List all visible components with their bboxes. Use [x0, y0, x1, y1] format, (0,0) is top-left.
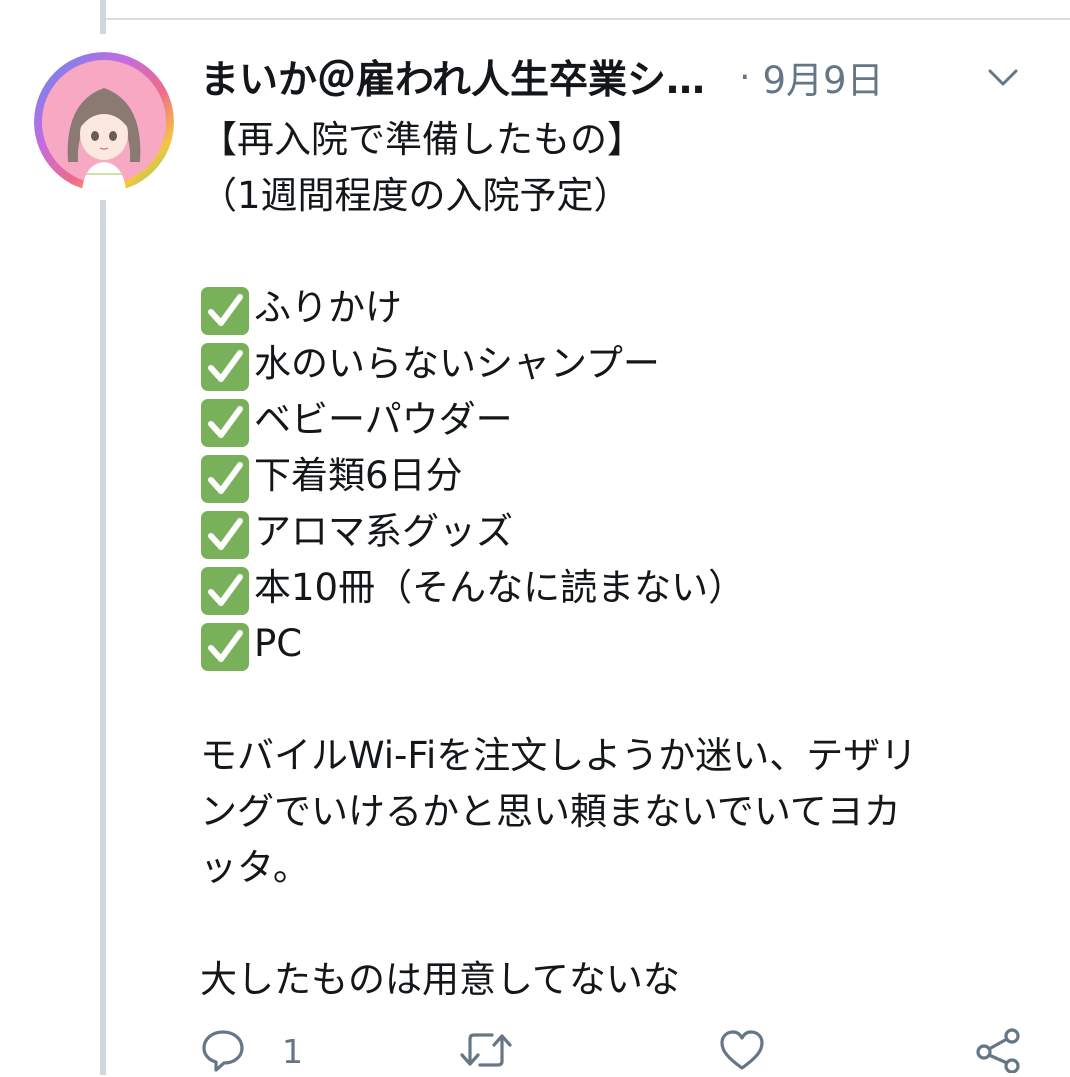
checklist-item: 水のいらないシャンプー [200, 336, 1030, 392]
paragraph-line: ッタ。 [200, 846, 310, 889]
checklist-item: 下着類6日分 [200, 448, 1030, 504]
avatar[interactable] [34, 52, 174, 192]
check-mark-button-icon [200, 454, 250, 504]
avatar-image [34, 52, 174, 192]
checklist-item-label: 水のいらないシャンプー [254, 342, 660, 385]
checklist-item: アロマ系グッズ [200, 504, 1030, 560]
checklist-item-label: アロマ系グッズ [254, 510, 513, 553]
share-icon [974, 1027, 1022, 1077]
share-button[interactable] [974, 1027, 1022, 1077]
like-button[interactable] [718, 1028, 766, 1075]
paragraph-line: モバイルWi-Fiを注文しようか迷い、テザリ [200, 734, 918, 777]
checklist-item-label: 本10冊（そんなに読まない） [254, 566, 746, 609]
check-mark-button-icon [200, 622, 250, 672]
check-mark-button-icon [200, 342, 250, 392]
thread-line [100, 200, 106, 1075]
checklist-item: 本10冊（そんなに読まない） [200, 560, 1030, 616]
heart-icon [718, 1028, 766, 1076]
check-mark-button-icon [200, 286, 250, 336]
check-mark-button-icon [200, 510, 250, 560]
tweet-text: 【再入院で準備したもの】 （1週間程度の入院予定） ふりかけ 水のいらないシャン… [200, 112, 1030, 1008]
checklist-item-label: 下着類6日分 [254, 454, 463, 497]
reply-icon [200, 1028, 246, 1076]
tweet-header: まいか＠雇われ人生卒業シ… · 9月9日 [200, 49, 1030, 105]
chevron-down-icon[interactable] [986, 62, 1020, 92]
top-divider [100, 18, 1070, 20]
subtitle-line: （1週間程度の入院予定） [200, 174, 631, 217]
checklist-item: ふりかけ [200, 280, 1030, 336]
timestamp[interactable]: 9月9日 [763, 50, 884, 104]
thread-line-top [100, 0, 106, 34]
reply-button[interactable]: 1 [200, 1028, 303, 1075]
separator-dot: · [739, 56, 751, 98]
check-mark-button-icon [200, 398, 250, 448]
checklist-item: ベビーパウダー [200, 392, 1030, 448]
closing-line: 大したものは用意してないな [200, 958, 680, 1001]
reply-count: 1 [282, 1032, 303, 1071]
title-line: 【再入院で準備したもの】 [200, 118, 644, 161]
action-bar: 1 [200, 1027, 1030, 1077]
retweet-icon [458, 1029, 514, 1075]
retweet-button[interactable] [458, 1028, 514, 1075]
checklist-item-label: PC [254, 622, 303, 665]
checklist-item-label: ベビーパウダー [254, 398, 513, 441]
checklist-item: PC [200, 616, 1030, 672]
display-name[interactable]: まいか＠雇われ人生卒業シ… [200, 49, 705, 105]
checklist-item-label: ふりかけ [254, 286, 402, 329]
check-mark-button-icon [200, 566, 250, 616]
paragraph-line: ングでいけるかと思い頼まないでいてヨカ [200, 790, 901, 833]
